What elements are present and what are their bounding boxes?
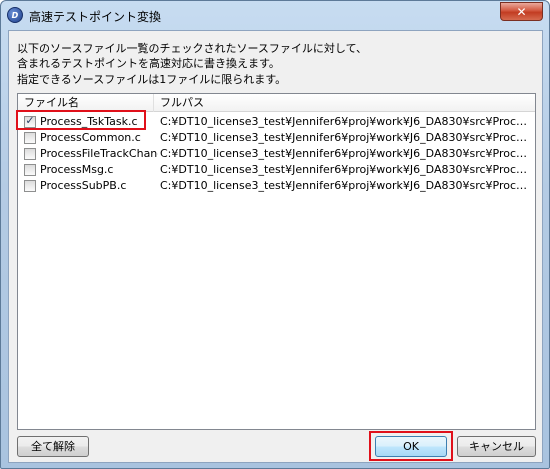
file-name: ProcessFileTrackChange.c <box>40 147 158 160</box>
list-row[interactable]: ProcessCommon.c C:¥DT10_license3_test¥Je… <box>18 130 535 146</box>
file-path: C:¥DT10_license3_test¥Jennifer6¥proj¥wor… <box>160 131 530 144</box>
close-icon: ✕ <box>516 4 527 19</box>
file-name: ProcessCommon.c <box>40 131 141 144</box>
source-file-list[interactable]: ファイル名 フルパス ✓ Process_TskTask.c C:¥DT10_l… <box>17 93 536 430</box>
window-title: 高速テストポイント変換 <box>29 10 162 24</box>
file-checkbox[interactable] <box>24 180 36 192</box>
message-line-3: 指定できるソースファイルは1ファイルに限られます。 <box>17 73 287 86</box>
list-row[interactable]: ✓ Process_TskTask.c C:¥DT10_license3_tes… <box>18 114 535 130</box>
file-name: ProcessSubPB.c <box>40 179 127 192</box>
file-path: C:¥DT10_license3_test¥Jennifer6¥proj¥wor… <box>160 147 530 160</box>
file-checkbox[interactable] <box>24 164 36 176</box>
file-name: Process_TskTask.c <box>40 115 138 128</box>
column-header-filename[interactable]: ファイル名 <box>18 94 154 112</box>
clear-all-button[interactable]: 全て解除 <box>17 436 89 457</box>
list-row[interactable]: ProcessSubPB.c C:¥DT10_license3_test¥Jen… <box>18 178 535 194</box>
file-name: ProcessMsg.c <box>40 163 114 176</box>
file-checkbox[interactable] <box>24 132 36 144</box>
cancel-button[interactable]: キャンセル <box>457 436 536 457</box>
dialog-body: 以下のソースファイル一覧のチェックされたソースファイルに対して、 含まれるテスト… <box>8 30 543 463</box>
file-path: C:¥DT10_license3_test¥Jennifer6¥proj¥wor… <box>160 163 530 176</box>
file-checkbox[interactable]: ✓ <box>24 114 36 128</box>
file-checkbox[interactable] <box>24 148 36 160</box>
file-path: C:¥DT10_license3_test¥Jennifer6¥proj¥wor… <box>160 115 530 128</box>
app-icon: D <box>7 7 23 23</box>
message-line-1: 以下のソースファイル一覧のチェックされたソースファイルに対して、 <box>17 42 368 55</box>
title-bar[interactable]: D 高速テストポイント変換 ✕ <box>1 1 549 29</box>
file-path: C:¥DT10_license3_test¥Jennifer6¥proj¥wor… <box>160 179 530 192</box>
close-button[interactable]: ✕ <box>500 2 543 21</box>
ok-button[interactable]: OK <box>375 436 447 457</box>
list-row[interactable]: ProcessMsg.c C:¥DT10_license3_test¥Jenni… <box>18 162 535 178</box>
dialog-window: D 高速テストポイント変換 ✕ 以下のソースファイル一覧のチェックされたソースフ… <box>0 0 550 469</box>
message-line-2: 含まれるテストポイントを高速対応に書き換えます。 <box>17 57 280 70</box>
check-mark-icon: ✓ <box>25 114 35 127</box>
column-header-fullpath[interactable]: フルパス <box>154 94 535 112</box>
list-row[interactable]: ProcessFileTrackChange.c C:¥DT10_license… <box>18 146 535 162</box>
list-header: ファイル名 フルパス <box>18 94 535 112</box>
